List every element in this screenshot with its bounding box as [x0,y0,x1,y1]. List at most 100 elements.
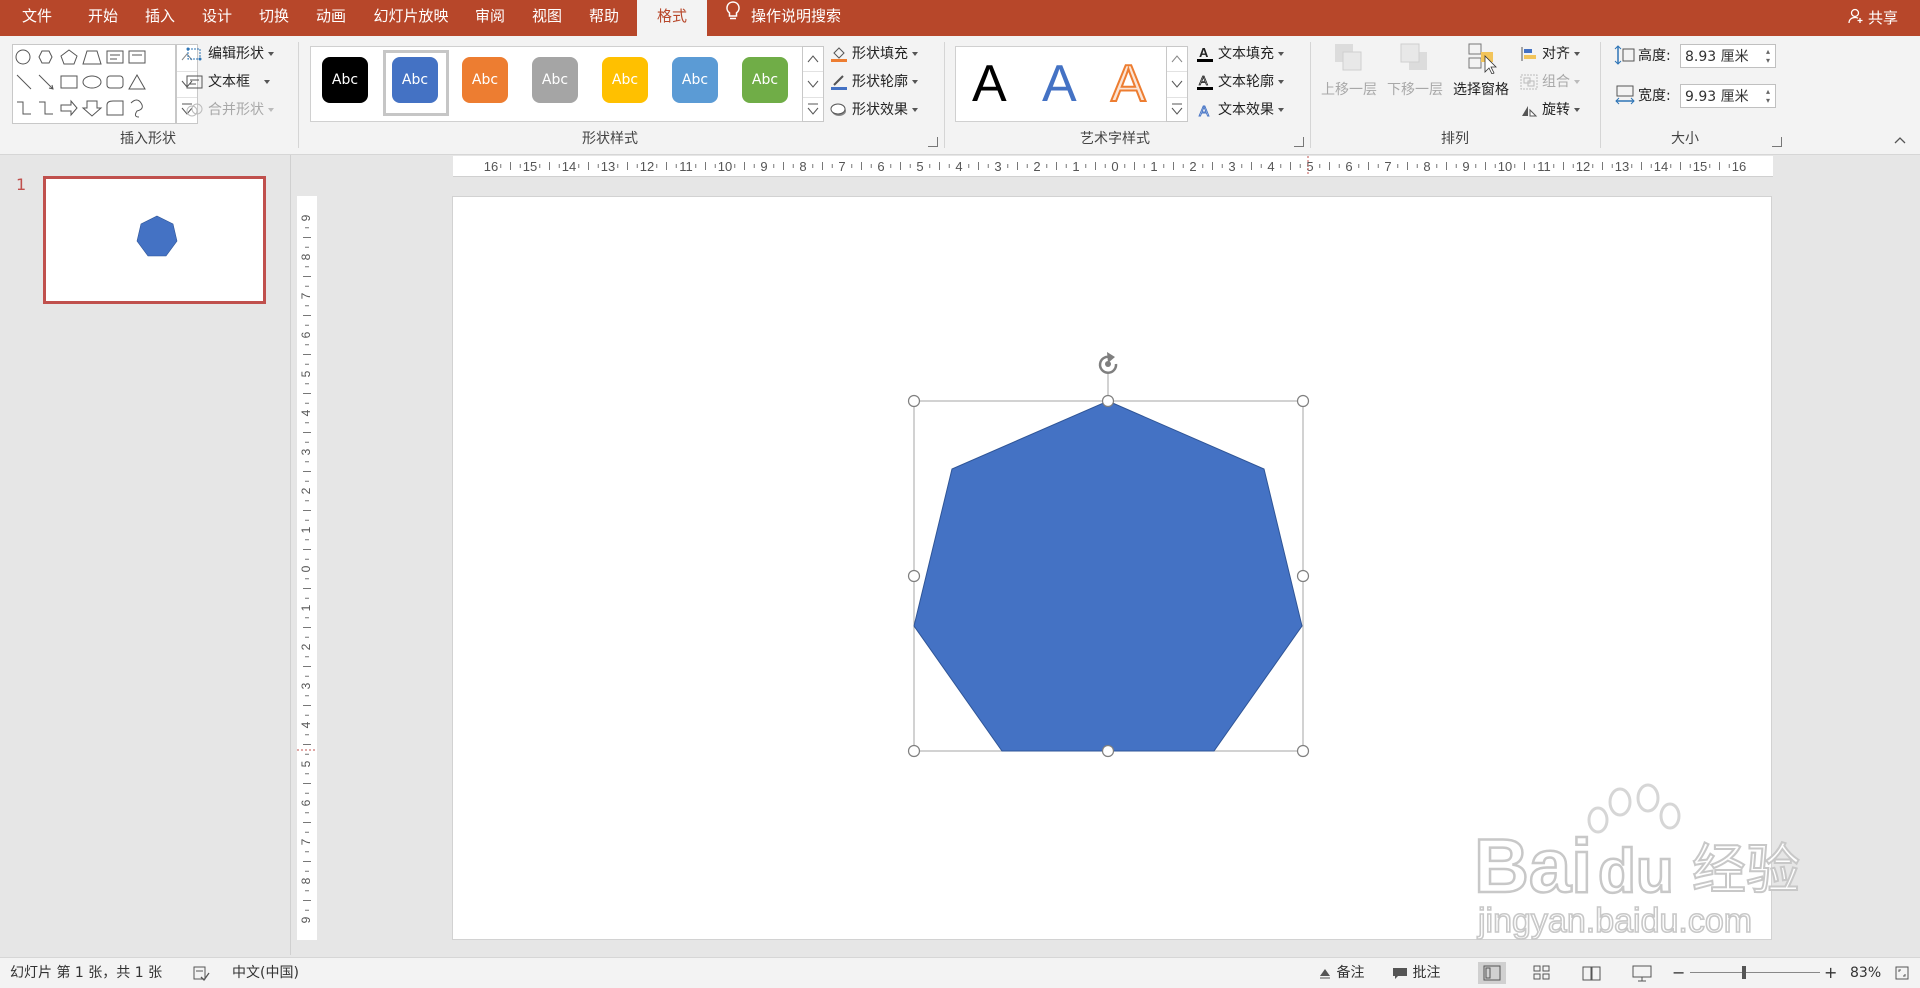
align-button[interactable]: 对齐 [1520,42,1580,66]
text-outline-button[interactable]: A 文本轮廓 [1196,70,1284,94]
slide-sorter-button[interactable] [1528,962,1556,984]
ruler-label: 15 [523,159,537,174]
wordart-style-blue[interactable]: A [1042,55,1077,113]
resize-handle-right[interactable] [1296,569,1310,583]
language-status[interactable]: 中文(中国) [232,958,299,988]
rotate-button[interactable]: 旋转 [1520,98,1580,122]
resize-handle-top[interactable] [1101,394,1115,408]
normal-view-button[interactable] [1478,962,1506,984]
wordart-gallery[interactable]: A A A [955,46,1169,122]
ruler-label: 7 [1384,159,1391,174]
gallery-more-icon[interactable] [1167,98,1187,122]
slide-thumbnail-panel: 1 [0,155,291,955]
scroll-up-icon[interactable] [1167,47,1187,73]
comment-icon [1392,965,1408,981]
tab-insert[interactable]: 插入 [137,0,183,36]
rotate-handle-icon[interactable] [1098,352,1118,374]
text-box-button[interactable]: 文本框 [186,70,270,94]
zoom-slider-thumb[interactable] [1742,966,1746,979]
slideshow-button[interactable] [1628,962,1656,984]
ruler-label: 4 [1267,159,1274,174]
ruler-label: 15 [1693,159,1707,174]
gallery-more-icon[interactable] [803,98,823,122]
tab-help[interactable]: 帮助 [581,0,627,36]
tab-transitions[interactable]: 切换 [251,0,297,36]
text-effects-button[interactable]: A 文本效果 [1196,98,1284,122]
comments-button[interactable]: 批注 [1392,958,1440,988]
edit-shape-button[interactable]: 编辑形状 [186,42,274,66]
dialog-launcher-icon[interactable] [1294,137,1304,147]
resize-handle-left[interactable] [907,569,921,583]
reading-view-button[interactable] [1578,962,1606,984]
share-button[interactable]: 共享 [1848,0,1898,36]
tab-slideshow[interactable]: 幻灯片放映 [366,0,456,36]
group-button[interactable]: 组合 [1520,70,1580,94]
selection-pane-button[interactable]: 选择窗格 [1450,42,1512,122]
height-input[interactable]: 8.93 厘米 ▴ ▾ [1680,44,1776,68]
style-gallery-scroll[interactable] [802,46,824,122]
notes-button[interactable]: 备注 [1318,958,1364,988]
shape-gallery[interactable] [12,44,176,124]
resize-handle-bottom-left[interactable] [907,744,921,758]
text-fill-button[interactable]: A 文本填充 [1196,42,1284,66]
ruler-label: 2 [1033,159,1040,174]
bring-forward-button[interactable]: 上移一层 [1318,42,1380,122]
dialog-launcher-icon[interactable] [928,137,938,147]
resize-handle-bottom[interactable] [1101,744,1115,758]
style-swatch-gold[interactable]: Abc [602,57,648,103]
heptagon-shape[interactable] [913,400,1303,752]
wordart-style-black[interactable]: A [972,55,1007,113]
scroll-up-icon[interactable] [803,47,823,73]
wordart-gallery-scroll[interactable] [1166,46,1188,122]
style-swatch-green[interactable]: Abc [742,57,788,103]
tab-format[interactable]: 格式 [637,0,707,36]
resize-handle-top-right[interactable] [1296,394,1310,408]
ruler-label: 5 [916,159,923,174]
style-swatch-orange[interactable]: Abc [462,57,508,103]
style-swatch-light-blue[interactable]: Abc [672,57,718,103]
zoom-level[interactable]: 83% [1850,958,1881,988]
zoom-in-icon[interactable]: + [1824,958,1837,988]
width-input[interactable]: 9.93 厘米 ▴ ▾ [1680,84,1776,108]
tell-me-label: 操作说明搜索 [751,7,842,25]
height-spinner-icon[interactable]: ▴ ▾ [1763,47,1773,65]
tab-home[interactable]: 开始 [80,0,126,36]
shape-effects-label: 形状效果 [852,102,908,118]
width-spinner-icon[interactable]: ▴ ▾ [1763,87,1773,105]
wordart-style-orange-outline[interactable]: A [1110,54,1147,114]
shape-fill-button[interactable]: 形状填充 [830,42,918,66]
merge-shapes-button[interactable]: 合并形状 [186,98,274,122]
style-swatch-black[interactable]: Abc [322,57,368,103]
fit-to-window-icon[interactable] [1894,965,1910,981]
insert-shapes-group-label: 插入形状 [120,131,176,147]
scroll-down-icon[interactable] [803,72,823,98]
scroll-down-icon[interactable] [1167,72,1187,98]
vertical-ruler-ticks: 9 8 7 6 5 4 3 2 1 0 1 2 3 4 5 6 7 8 9 [297,214,317,923]
ruler-label: 9 [299,916,313,923]
ruler-label: 6 [877,159,884,174]
notes-icon [1318,965,1332,981]
resize-handle-bottom-right[interactable] [1296,744,1310,758]
slide-canvas[interactable] [452,196,1772,940]
collapse-ribbon-icon[interactable] [1892,134,1908,146]
shape-outline-button[interactable]: 形状轮廓 [830,70,918,94]
slide-number: 1 [16,175,27,194]
zoom-out-icon[interactable]: − [1672,958,1685,988]
tab-animations[interactable]: 动画 [308,0,354,36]
tell-me-search[interactable]: 操作说明搜索 [725,0,841,36]
dialog-launcher-icon[interactable] [1772,137,1782,147]
accessibility-check-icon[interactable] [192,965,210,982]
tab-file[interactable]: 文件 [14,0,60,36]
shape-effects-button[interactable]: 形状效果 [830,98,918,122]
zoom-slider[interactable] [1690,972,1820,973]
tab-design[interactable]: 设计 [194,0,240,36]
tab-review[interactable]: 审阅 [467,0,513,36]
style-swatch-gray[interactable]: Abc [532,57,578,103]
style-swatch-blue[interactable]: Abc [392,57,438,103]
send-backward-button[interactable]: 下移一层 [1384,42,1446,122]
shape-style-gallery[interactable]: Abc Abc Abc Abc Abc Abc Abc [310,46,804,122]
ruler-label: 10 [718,159,732,174]
tab-view[interactable]: 视图 [524,0,570,36]
resize-handle-top-left[interactable] [907,394,921,408]
slide-thumbnail[interactable] [43,176,266,304]
